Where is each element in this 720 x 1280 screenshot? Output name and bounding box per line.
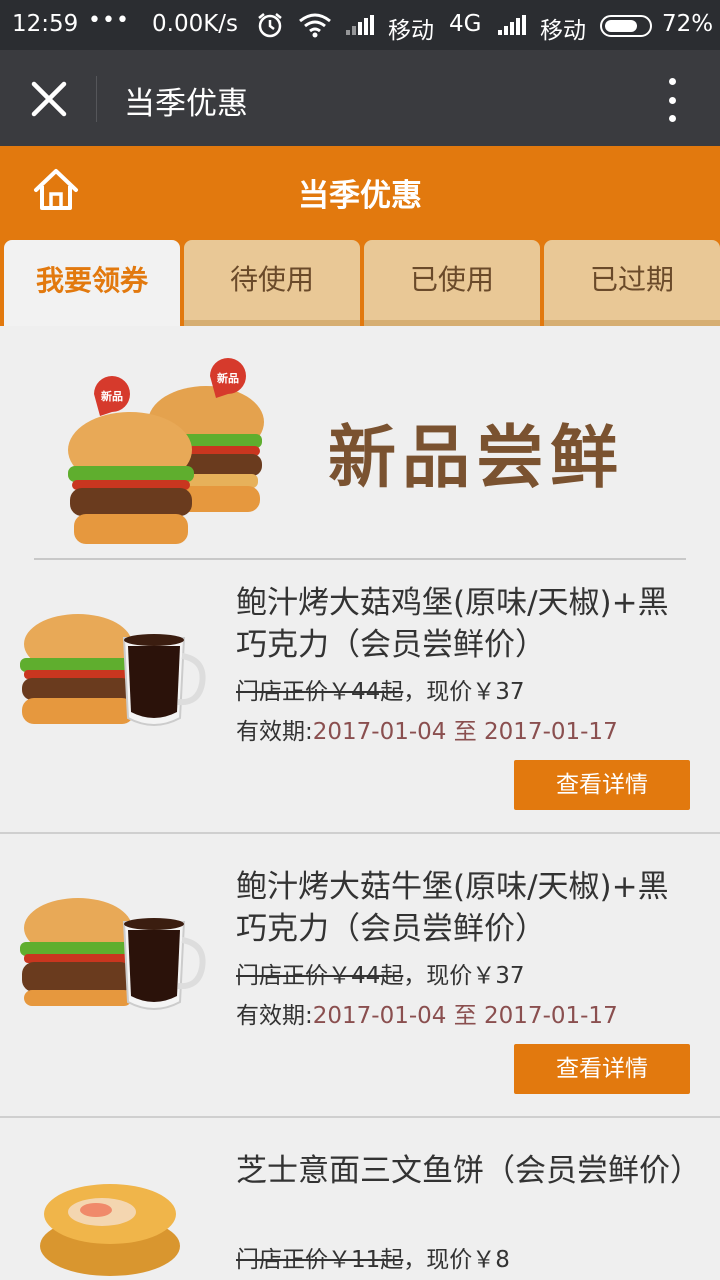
coupon-card: 芝士意面三文鱼饼（会员尝鲜价） 门店正价￥11起，现价￥8: [0, 1128, 720, 1280]
product-price: 门店正价￥44起，现价￥37: [236, 679, 525, 705]
new-badge: 新品: [94, 376, 130, 416]
current-price: 现价￥37: [426, 963, 525, 989]
validity: 有效期:2017-01-04 至 2017-01-17: [236, 719, 618, 745]
page-title: 当季优惠: [298, 178, 422, 214]
webview-title: 当季优惠: [124, 86, 248, 122]
tab-expired[interactable]: 已过期: [544, 240, 720, 326]
svg-text:新品: 新品: [101, 389, 123, 403]
product-name: 鲍汁烤大菇牛堡(原味/天椒)+黑巧克力（会员尝鲜价）: [236, 869, 669, 947]
status-carrier-1: 移动: [388, 18, 434, 44]
product-price: 门店正价￥44起，现价￥37: [236, 963, 525, 989]
svg-text:新品: 新品: [217, 371, 239, 385]
page-header: 当季优惠: [0, 146, 720, 240]
tab-to-use[interactable]: 待使用: [184, 240, 360, 326]
original-price: 门店正价￥44起: [236, 679, 404, 705]
divider: [0, 832, 720, 834]
validity-dates: 2017-01-04 至 2017-01-17: [312, 719, 618, 745]
status-dots: •••: [88, 8, 130, 33]
header-separator: [96, 76, 97, 122]
product-image: [40, 1184, 180, 1276]
original-price: 门店正价￥44起: [236, 963, 404, 989]
status-battery-percent: 72%: [662, 11, 714, 37]
divider: [0, 1116, 720, 1118]
status-bar: 12:59 ••• 0.00K/s 移动 4G 移动 72%: [0, 0, 720, 50]
coupon-card: 鲍汁烤大菇鸡堡(原味/天椒)+黑巧克力（会员尝鲜价） 门店正价￥44起，现价￥3…: [0, 560, 720, 832]
webview-header: 当季优惠: [0, 50, 720, 146]
tab-get-coupons[interactable]: 我要领券: [4, 240, 180, 326]
battery-icon: [600, 15, 652, 37]
product-price: 门店正价￥11起，现价￥8: [236, 1247, 510, 1273]
banner-title: 新品尝鲜: [328, 419, 625, 498]
status-network: 4G: [449, 11, 482, 37]
more-icon[interactable]: [660, 78, 684, 122]
view-details-button[interactable]: 查看详情: [514, 760, 690, 810]
current-price: 现价￥8: [426, 1247, 510, 1273]
validity-dates: 2017-01-04 至 2017-01-17: [312, 1003, 618, 1029]
current-price: 现价￥37: [426, 679, 525, 705]
new-badge: 新品: [210, 358, 246, 398]
status-speed: 0.00K/s: [152, 11, 239, 37]
product-name: 芝士意面三文鱼饼（会员尝鲜价）: [236, 1153, 701, 1189]
alarm-icon: [258, 13, 282, 38]
coupon-card: 鲍汁烤大菇牛堡(原味/天椒)+黑巧克力（会员尝鲜价） 门店正价￥44起，现价￥3…: [0, 844, 720, 1116]
status-time: 12:59: [12, 11, 79, 37]
close-icon[interactable]: [26, 76, 72, 122]
wifi-icon: [299, 13, 331, 38]
original-price: 门店正价￥11起: [236, 1247, 404, 1273]
coupon-tabs: 我要领券 待使用 已使用 已过期: [0, 240, 720, 326]
tab-used[interactable]: 已使用: [364, 240, 540, 326]
signal-icon: [498, 15, 526, 35]
burger-image: 新品 新品: [68, 358, 264, 544]
product-image: [20, 898, 206, 1010]
new-product-banner: 新品 新品 新品尝鲜: [0, 326, 720, 556]
status-carrier-2: 移动: [540, 18, 586, 44]
product-name: 鲍汁烤大菇鸡堡(原味/天椒)+黑巧克力（会员尝鲜价）: [236, 585, 669, 663]
view-details-button[interactable]: 查看详情: [514, 1044, 690, 1094]
product-image: [20, 614, 206, 726]
signal-icon: [346, 15, 374, 35]
validity: 有效期:2017-01-04 至 2017-01-17: [236, 1003, 618, 1029]
